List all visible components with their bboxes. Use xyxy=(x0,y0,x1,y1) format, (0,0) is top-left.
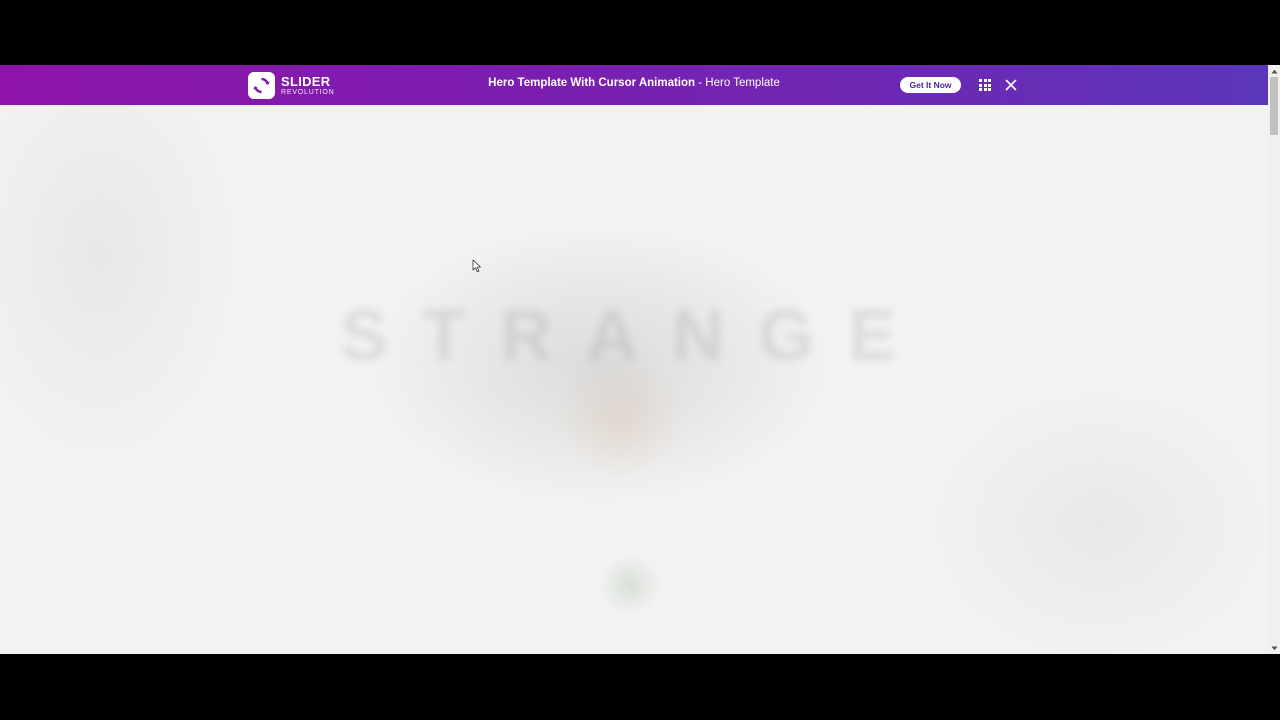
template-title-name: Hero Template With Cursor Animation xyxy=(488,77,696,89)
letterbox-top xyxy=(0,0,1280,65)
scroll-down-arrow-icon[interactable] xyxy=(1268,642,1280,654)
close-icon[interactable] xyxy=(1004,78,1018,92)
logo-subtitle: REVOLUTION xyxy=(281,88,335,96)
template-title: Hero Template With Cursor Animation - He… xyxy=(0,77,1268,89)
grid-icon[interactable] xyxy=(979,79,991,91)
vertical-scrollbar[interactable] xyxy=(1268,65,1280,654)
template-title-category: - Hero Template xyxy=(695,77,780,89)
letterbox-bottom xyxy=(0,654,1280,720)
template-preview-topbar: SLIDER REVOLUTION Hero Template With Cur… xyxy=(0,65,1268,105)
hero-blurred-word: STRANGE xyxy=(340,296,931,376)
browser-viewport: STRANGE SLIDER REVOLUTION Hero Template … xyxy=(0,65,1280,654)
get-it-now-button[interactable]: Get It Now xyxy=(900,77,961,93)
scroll-up-arrow-icon[interactable] xyxy=(1268,65,1280,77)
hero-section: STRANGE xyxy=(0,105,1268,654)
scrollbar-thumb[interactable] xyxy=(1270,77,1278,135)
mouse-pointer-icon xyxy=(472,259,481,273)
